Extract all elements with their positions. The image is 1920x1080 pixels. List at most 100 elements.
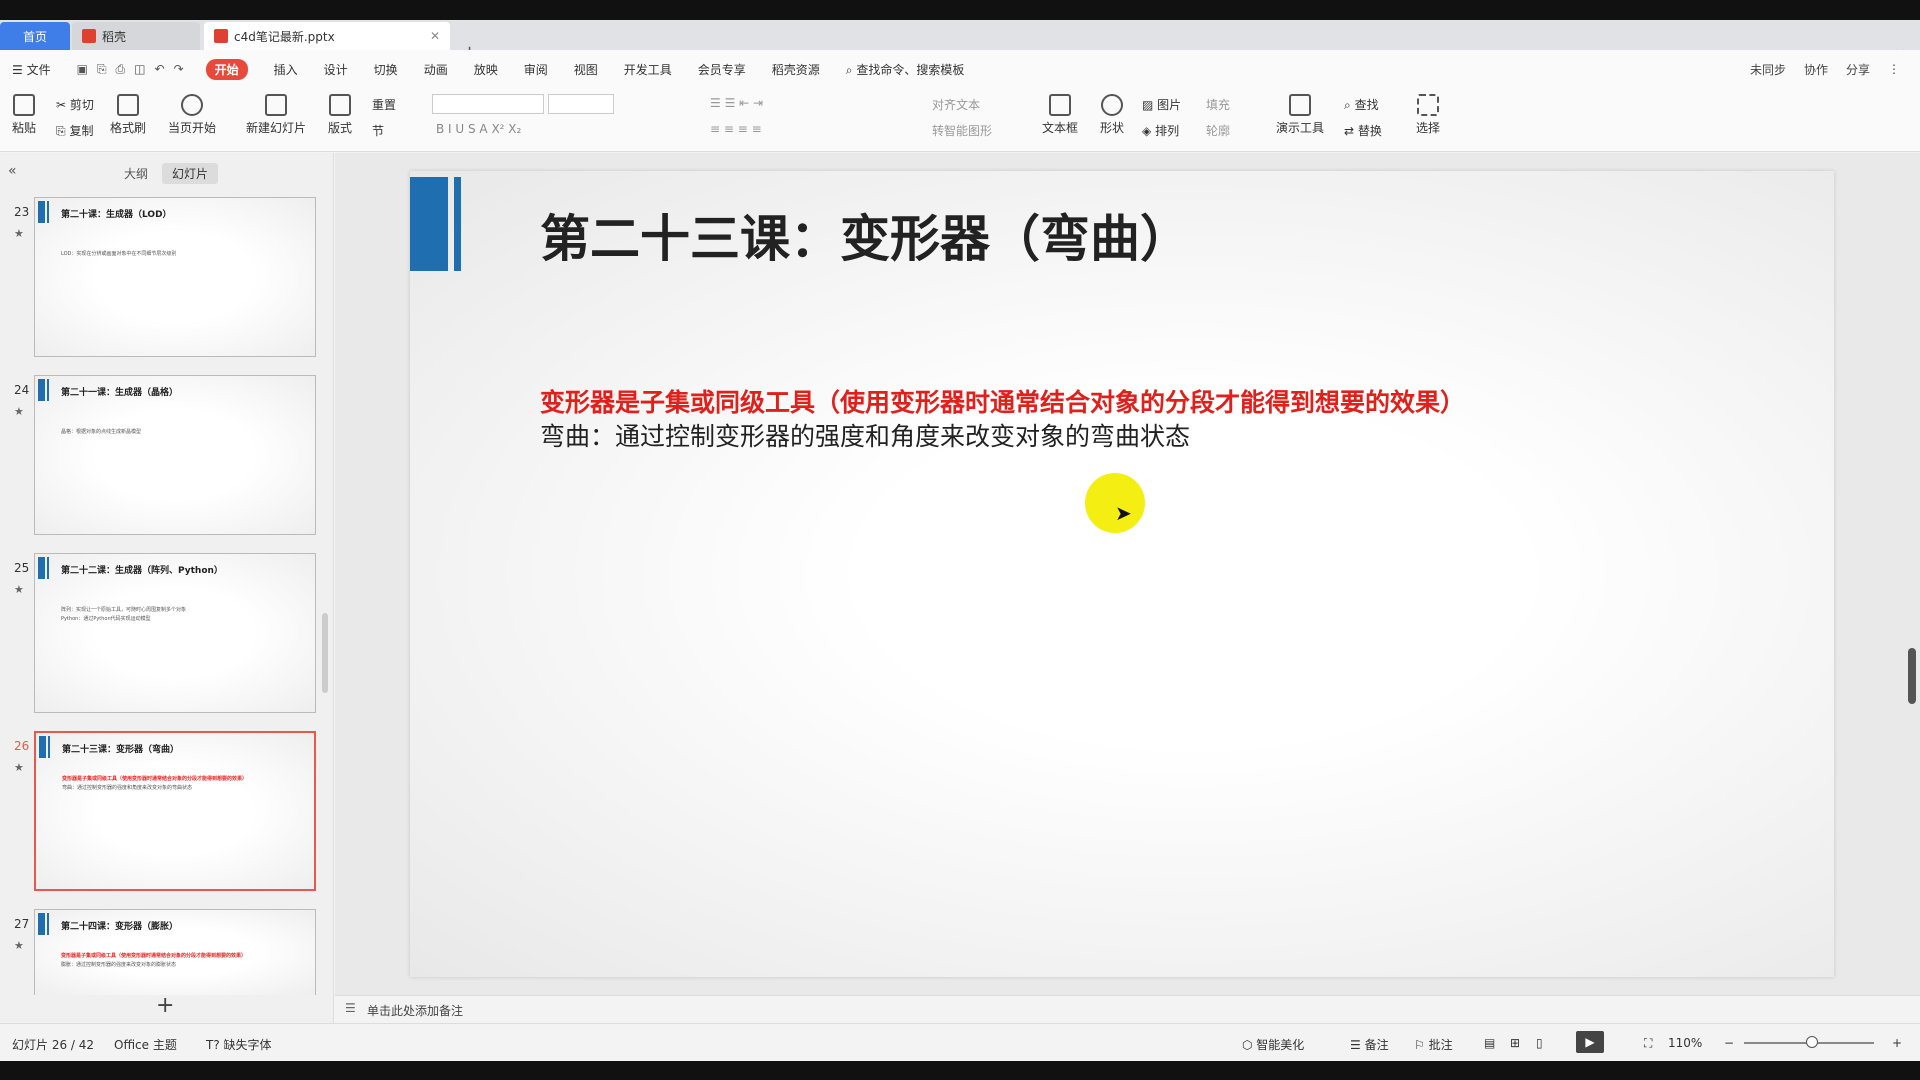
tab-file[interactable]: c4d笔记最新.pptx ✕ [204, 22, 450, 50]
font-family-select[interactable] [432, 94, 544, 114]
sync-status[interactable]: 未同步 [1750, 61, 1786, 78]
menu-transition[interactable]: 切换 [374, 61, 398, 78]
notes-bar[interactable]: ☰ 单击此处添加备注 [335, 995, 1920, 1023]
new-slide-icon [265, 94, 287, 116]
slide-red-text[interactable]: 变形器是子集或同级工具（使用变形器时通常结合对象的分段才能得到想要的效果） [540, 383, 1465, 419]
slide-thumbnail[interactable]: 第二十二课：生成器（阵列、Python） 阵列：实现让一个原始工具，可随时心周围复… [34, 553, 316, 713]
menu-insert[interactable]: 插入 [274, 61, 298, 78]
file-menu[interactable]: ☰ 文件 [12, 61, 51, 78]
slide-thumbnail[interactable]: 第二十课：生成器（LOD） LOD：实现在分辨或画面对象中在不同细节层次级别 [34, 197, 316, 357]
print-icon[interactable]: ⎙ [116, 62, 126, 77]
thumb-title: 第二十四课：变形器（膨胀） [61, 922, 179, 932]
fit-window-icon[interactable]: ⛶ [1644, 1036, 1652, 1051]
reset-button[interactable]: 重置 [372, 96, 396, 113]
copy-button[interactable]: ⎘ 复制 [56, 122, 93, 139]
menu-slideshow[interactable]: 放映 [474, 61, 498, 78]
redo-icon[interactable]: ↷ [174, 62, 184, 77]
menu-animation[interactable]: 动画 [424, 61, 448, 78]
textbox-button[interactable]: 文本框 [1042, 94, 1078, 136]
preview-icon[interactable]: ◫ [134, 62, 145, 77]
animation-star-icon[interactable]: ★ [14, 939, 24, 952]
slide-thumbnail[interactable]: 第二十三课：变形器（弯曲） 变形器是子集或同级工具（使用变形器时通常结合对象的分段… [34, 731, 316, 891]
list-buttons[interactable]: ☰ ☰ ⇤ ⇥ [710, 96, 763, 110]
layout-icon [329, 94, 351, 116]
smart-graphic-button[interactable]: 转智能图形 [932, 122, 992, 139]
picture-button[interactable]: ▨ 图片 [1142, 96, 1181, 113]
add-slide-button[interactable]: + [156, 993, 174, 1018]
menu-design[interactable]: 设计 [324, 61, 348, 78]
slide-number: 27 [14, 917, 30, 931]
animation-star-icon[interactable]: ★ [14, 761, 24, 774]
replace-button[interactable]: ⇄ 替换 [1344, 122, 1382, 139]
menu-view[interactable]: 视图 [574, 61, 598, 78]
fill-button[interactable]: 填充 [1206, 96, 1230, 113]
slides-tab[interactable]: 幻灯片 [162, 163, 219, 184]
collapse-pane-icon[interactable]: « [8, 163, 17, 179]
close-tab-icon[interactable]: ✕ [430, 29, 440, 43]
animation-star-icon[interactable]: ★ [14, 227, 24, 240]
new-slide-button[interactable]: 新建幻灯片 [246, 94, 306, 136]
find-button[interactable]: ⌕ 查找 [1344, 96, 1379, 113]
comments-toggle[interactable]: ⚐ 批注 [1414, 1036, 1453, 1053]
collaborate-button[interactable]: 协作 [1804, 61, 1828, 78]
arrange-button[interactable]: ◈ 排列 [1142, 122, 1179, 139]
pane-scrollbar[interactable] [322, 613, 328, 693]
zoom-slider-knob[interactable] [1806, 1036, 1818, 1048]
menu-developer[interactable]: 开发工具 [624, 61, 672, 78]
present-tools-button[interactable]: 演示工具 [1276, 94, 1324, 136]
start-current-button[interactable]: 当页开始 [168, 94, 216, 136]
tab-home[interactable]: 首页 [0, 22, 70, 50]
menu-daoke-resources[interactable]: 稻壳资源 [772, 61, 820, 78]
slide-body-text[interactable]: 弯曲：通过控制变形器的强度和角度来改变对象的弯曲状态 [540, 417, 1190, 453]
smart-graphic-label: 转智能图形 [932, 124, 993, 138]
text-style-buttons[interactable]: B I U S A X² X₂ [436, 122, 521, 136]
layout-button[interactable]: 版式 [328, 94, 352, 136]
file-menu-label: 文件 [26, 62, 51, 77]
outline-label: 轮廓 [1206, 124, 1231, 138]
tab-daoke[interactable]: 稻壳 [72, 22, 200, 50]
cut-button[interactable]: ✂ 剪切 [56, 96, 94, 113]
missing-font-button[interactable]: T? 缺失字体 [206, 1036, 272, 1053]
paste-button[interactable]: 粘贴 [12, 94, 36, 136]
share-button[interactable]: 分享 [1846, 61, 1870, 78]
slide-thumbnail[interactable]: 第二十一课：生成器（晶格） 晶格：根据对象的点线生成新晶模型 [34, 375, 316, 535]
slide-thumbnail[interactable]: 第二十四课：变形器（膨胀） 变形器是子集或同级工具（使用变形器时通常结合对象的分段… [34, 909, 316, 995]
export-icon[interactable]: ⎘ [97, 62, 107, 77]
more-icon[interactable]: ⋮ [1888, 62, 1900, 76]
outline-button[interactable]: 轮廓 [1206, 122, 1230, 139]
slide-title[interactable]: 第二十三课：变形器（弯曲） [540, 199, 1190, 271]
shape-button[interactable]: 形状 [1100, 94, 1124, 136]
section-button[interactable]: 节 [372, 122, 384, 139]
slide-counter: 幻灯片 26 / 42 [12, 1038, 95, 1052]
play-slideshow-button[interactable]: ▶ [1576, 1031, 1604, 1053]
outline-tab[interactable]: 大纲 [124, 165, 148, 182]
zoom-level[interactable]: 110% [1668, 1036, 1702, 1050]
stage-scrollbar-thumb[interactable] [1908, 648, 1916, 704]
notes-toggle[interactable]: ☰ 备注 [1350, 1036, 1389, 1053]
save-icon[interactable]: ▣ [77, 62, 88, 77]
undo-icon[interactable]: ↶ [155, 62, 165, 77]
current-slide[interactable]: 第二十三课：变形器（弯曲） 变形器是子集或同级工具（使用变形器时通常结合对象的分… [410, 171, 1834, 977]
menu-review[interactable]: 审阅 [524, 61, 548, 78]
select-button[interactable]: 选择 [1416, 94, 1440, 136]
reading-view-icon[interactable]: ▯ [1536, 1036, 1543, 1050]
paragraph-align-buttons[interactable]: ≡ ≡ ≡ ≡ [710, 122, 762, 136]
font-size-select[interactable] [548, 94, 614, 114]
present-tools-label: 演示工具 [1276, 121, 1325, 135]
menu-start[interactable]: 开始 [205, 58, 248, 80]
command-search[interactable]: ⌕ 查找命令、搜索模板 [846, 61, 965, 78]
animation-star-icon[interactable]: ★ [14, 405, 24, 418]
bottom-black-bar [0, 1061, 1920, 1080]
align-text-button[interactable]: 对齐文本 [932, 96, 980, 113]
sorter-view-icon[interactable]: ⊞ [1510, 1036, 1520, 1050]
format-painter-button[interactable]: 格式刷 [110, 94, 146, 136]
zoom-out-icon[interactable]: − [1724, 1036, 1734, 1050]
normal-view-icon[interactable]: ▤ [1484, 1036, 1495, 1050]
animation-star-icon[interactable]: ★ [14, 583, 24, 596]
notes-placeholder[interactable]: 单击此处添加备注 [367, 1002, 463, 1019]
zoom-in-icon[interactable]: + [1892, 1036, 1902, 1050]
thumb-title: 第二十课：生成器（LOD） [61, 210, 172, 220]
smart-beautify-button[interactable]: ⬡ 智能美化 [1242, 1036, 1304, 1053]
theme-name[interactable]: Office 主题 [114, 1036, 177, 1053]
menu-member[interactable]: 会员专享 [698, 61, 746, 78]
